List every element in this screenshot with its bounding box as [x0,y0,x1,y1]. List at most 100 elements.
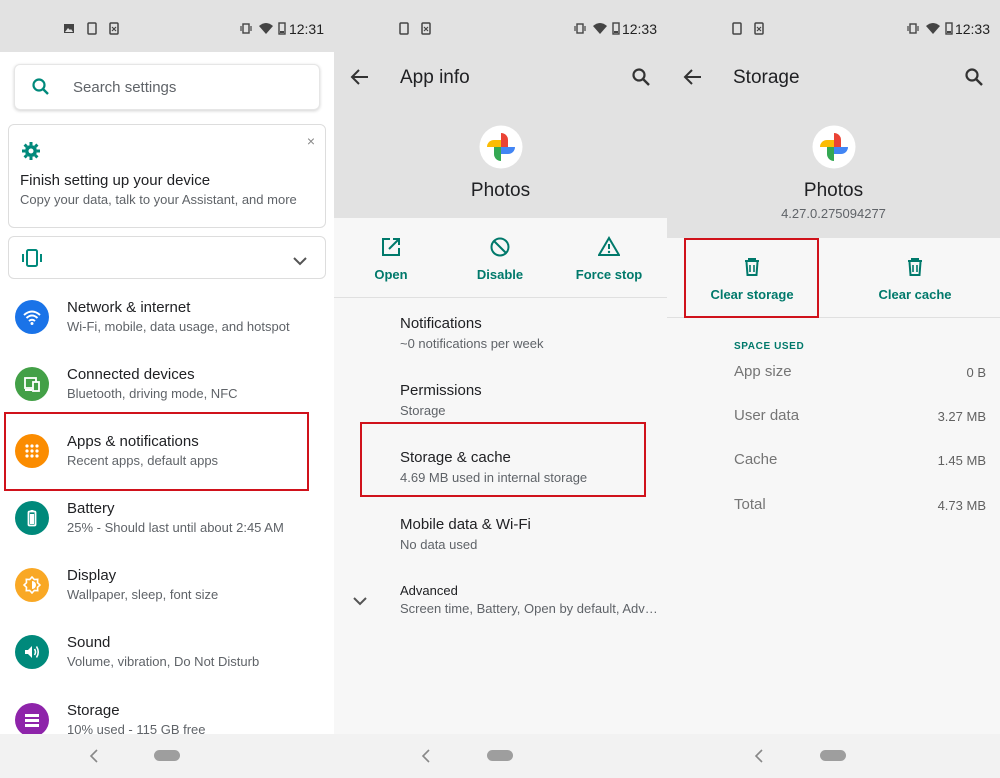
settings-item-battery[interactable]: Battery 25% - Should last until about 2:… [0,488,334,555]
item-title: Permissions [400,382,482,399]
settings-item-subtitle: 25% - Should last until about 2:45 AM [67,520,284,535]
vibrate-icon [574,22,586,35]
vibrate-icon [240,22,252,35]
settings-item-subtitle: Wi-Fi, mobile, data usage, and hotspot [67,319,290,334]
app-name: Photos [470,180,531,201]
storage-row-label: Total [734,496,766,513]
app-notification-icon [108,22,120,35]
storage-row-value: 4.73 MB [937,498,986,513]
clock: 12:33 [621,21,657,37]
volume-icon [15,635,49,669]
storage-row: Total 4.73 MB [734,496,986,520]
battery-status-icon [945,22,953,35]
setup-card-title: Finish setting up your device [20,172,211,189]
warning-icon [597,236,621,258]
open-label: Open [374,267,408,282]
phone-notification-icon [398,22,410,35]
settings-item-sound[interactable]: Sound Volume, vibration, Do Not Disturb [0,622,334,689]
home-pill[interactable] [154,750,180,761]
brightness-icon [15,568,49,602]
app-name: Photos [803,180,864,201]
photos-app-icon [812,125,856,169]
gear-icon [21,141,41,161]
open-button[interactable]: Open [336,218,446,282]
disable-label: Disable [476,267,524,282]
search-icon[interactable] [964,67,984,87]
wifi-signal-icon [259,22,273,35]
chevron-down-icon[interactable] [293,253,307,266]
item-subtitle: ~0 notifications per week [400,336,544,351]
disable-button[interactable]: Disable [445,218,555,282]
setup-card-subtitle: Copy your data, talk to your Assistant, … [20,192,297,207]
settings-item-title: Storage [67,702,120,719]
item-title: Mobile data & Wi-Fi [400,516,531,533]
setup-suggestion-card[interactable]: × Finish setting up your device Copy you… [8,124,326,228]
page-title: App info [400,67,470,88]
item-subtitle: Storage [400,403,446,418]
devices-icon [15,367,49,401]
status-bar: 12:33 [334,0,667,52]
settings-item-network[interactable]: Network & internet Wi-Fi, mobile, data u… [0,287,334,354]
wifi-signal-icon [926,22,940,35]
phone-notification-icon [86,22,98,35]
back-arrow-icon[interactable] [350,68,370,86]
back-nav-icon[interactable] [753,749,765,763]
highlight-box-clear-storage [684,238,819,318]
app-actions: Open Disable Force stop [334,218,667,298]
storage-row-label: User data [734,407,800,424]
advanced-item[interactable]: Advanced Screen time, Battery, Open by d… [400,583,660,616]
home-pill[interactable] [820,750,846,761]
force-stop-button[interactable]: Force stop [554,218,664,282]
storage-row-label: Cache [734,451,778,468]
wifi-icon [15,300,49,334]
section-header: SPACE USED [734,341,805,352]
item-subtitle: No data used [400,537,478,552]
chevron-down-icon[interactable] [353,593,367,606]
photos-app-icon [479,125,523,169]
app-header: Storage Photos 4.27.0.275094277 [667,52,1000,238]
settings-item-connected-devices[interactable]: Connected devices Bluetooth, driving mod… [0,354,334,421]
item-subtitle: Screen time, Battery, Open by default, A… [400,601,660,616]
mobile-data-item[interactable]: Mobile data & Wi-Fi No data used [400,516,660,552]
clear-cache-button[interactable]: Clear cache [860,238,970,302]
settings-item-subtitle: Volume, vibration, Do Not Disturb [67,654,260,669]
system-nav-bar [0,734,334,778]
home-pill[interactable] [487,750,513,761]
settings-item-display[interactable]: Display Wallpaper, sleep, font size [0,555,334,622]
permissions-item[interactable]: Permissions Storage [400,382,660,418]
item-title: Notifications [400,315,482,332]
storage-row-value: 3.27 MB [937,409,986,424]
clear-cache-label: Clear cache [878,287,952,302]
settings-item-title: Sound [67,634,111,651]
storage-screen: 12:33 Storage Photos 4.27.0.275094277 Cl… [667,0,1000,778]
vibrate-mode-conditional[interactable] [8,236,326,279]
storage-row-value: 0 B [966,365,986,380]
back-nav-icon[interactable] [88,749,100,763]
phone-notification-icon [731,22,743,35]
storage-row-label: App size [734,363,792,380]
app-notification-icon [420,22,432,35]
battery-status-icon [612,22,620,35]
status-bar: 12:31 [0,0,334,52]
search-icon[interactable] [631,67,651,87]
vibrate-icon [907,22,919,35]
clock: 12:33 [954,21,990,37]
battery-status-icon [278,22,286,35]
app-notification-icon [753,22,765,35]
settings-item-title: Battery [67,500,115,517]
status-bar: 12:33 [667,0,1000,52]
back-nav-icon[interactable] [420,749,432,763]
highlight-box-apps [4,412,309,491]
search-settings-bar[interactable]: Search settings [14,64,320,110]
search-placeholder: Search settings [73,79,177,96]
storage-row: App size 0 B [734,363,986,387]
storage-row-value: 1.45 MB [937,453,986,468]
close-icon[interactable]: × [307,133,315,149]
app-header: App info Photos [334,52,667,218]
page-title: Storage [733,67,800,88]
back-arrow-icon[interactable] [683,68,703,86]
notifications-item[interactable]: Notifications ~0 notifications per week [400,315,660,351]
system-nav-bar [667,734,1000,778]
search-icon [31,77,51,97]
disable-icon [489,236,511,258]
